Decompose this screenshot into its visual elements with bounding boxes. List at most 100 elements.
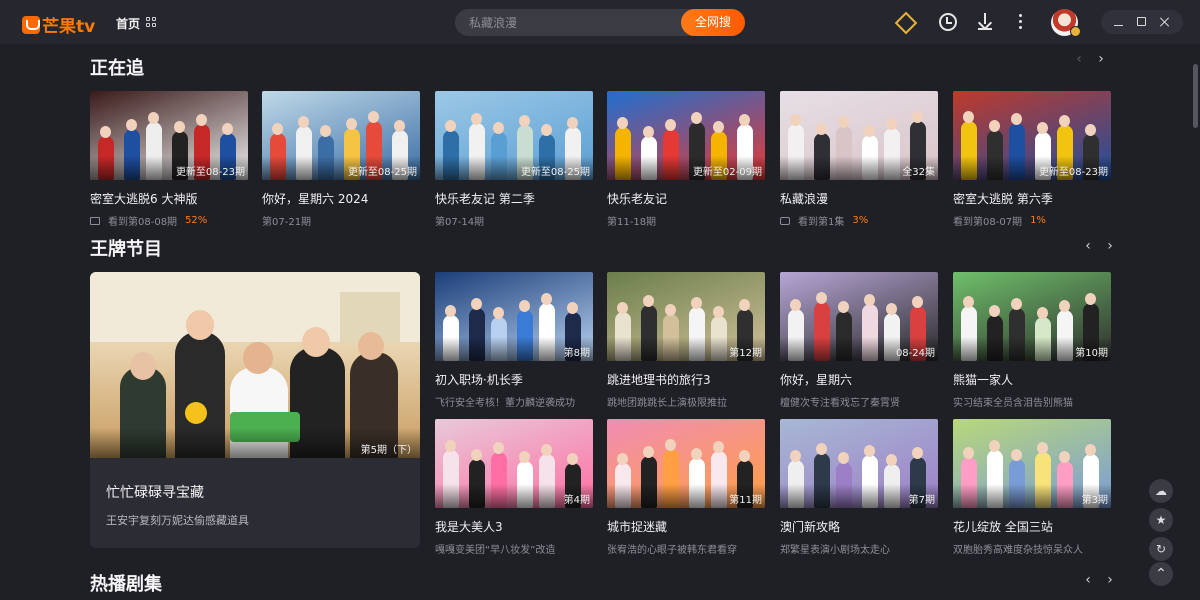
- card-update-badge: 更新至02-09期: [692, 167, 762, 178]
- scrollbar[interactable]: [1193, 64, 1198, 128]
- program-card[interactable]: 第3期 花儿绽放 全国三站 双胞胎秀高难度杂技惊呆众人: [953, 419, 1111, 556]
- watching-card[interactable]: 更新至08-23期 密室大逃脱6 大神版 看到第08-08期 52%: [90, 91, 248, 228]
- watching-card[interactable]: 更新至08-25期你好，星期六 2024 第07-21期: [262, 91, 420, 228]
- card-title: 我是大美人3: [435, 520, 503, 534]
- card-thumbnail: 第4期: [435, 419, 593, 508]
- app-logo[interactable]: 芒果tv: [22, 12, 95, 37]
- maximize-icon[interactable]: [1137, 17, 1146, 26]
- card-progress-percent: 1%: [1030, 215, 1046, 226]
- program-card[interactable]: 第11期城市捉迷藏张宥浩的心眼子被韩东君看穿: [607, 419, 765, 556]
- mango-logo-icon: [22, 15, 40, 34]
- search-bar: 全网搜: [455, 9, 745, 36]
- card-title: 初入职场·机长季: [435, 373, 523, 387]
- card-thumbnail: 更新至02-09期: [607, 91, 765, 180]
- more-icon[interactable]: [1012, 12, 1028, 32]
- card-episode-badge: 第11期: [729, 495, 762, 506]
- top-bar: 芒果tv 首页 全网搜: [0, 0, 1200, 44]
- card-progress-text: 看到第08-08期: [108, 217, 178, 228]
- card-title: 快乐老友记: [607, 192, 668, 206]
- window-controls: [1101, 10, 1183, 34]
- program-card[interactable]: 第4期 我是大美人3 嘎嘎变美团“早八妆发”改造: [435, 419, 593, 556]
- card-thumbnail: 第8期: [435, 272, 593, 361]
- watching-card[interactable]: 更新至02-09期快乐老友记第11-18期: [607, 91, 765, 228]
- grid-icon[interactable]: [146, 17, 156, 27]
- card-title: 私藏浪漫: [780, 192, 829, 206]
- card-update-badge: 全32集: [902, 167, 935, 178]
- card-subtitle: 双胞胎秀高难度杂技惊呆众人: [953, 545, 1083, 556]
- ace-arrows: ‹ ›: [1072, 238, 1116, 254]
- cloud-icon[interactable]: [1149, 479, 1173, 503]
- refresh-icon[interactable]: [1149, 537, 1173, 561]
- star-icon[interactable]: [1149, 508, 1173, 532]
- card-title: 密室大逃脱 第六季: [953, 192, 1053, 206]
- card-title: 你好，星期六: [780, 373, 853, 387]
- card-title: 澳门新攻略: [780, 520, 841, 534]
- card-title: 快乐老友记 第二季: [435, 192, 535, 206]
- card-thumbnail: 更新至08-25期: [435, 91, 593, 180]
- chevron-right-icon[interactable]: ›: [1104, 572, 1116, 588]
- card-title: 跳进地理书的旅行3: [607, 373, 711, 387]
- watching-card[interactable]: 全32集私藏浪漫看到第1集 3%: [780, 91, 938, 228]
- section-title-drama: 热播剧集: [90, 574, 162, 595]
- chevron-left-icon[interactable]: ‹: [1073, 51, 1085, 67]
- program-card[interactable]: 第12期 跳进地理书的旅行3 跳地团跳跳长上演极限推拉: [607, 272, 765, 409]
- drama-arrows: ‹ ›: [1072, 572, 1116, 588]
- program-card[interactable]: 第10期熊猫一家人实习结束全员含泪告别熊猫: [953, 272, 1111, 409]
- card-thumbnail: 第3期: [953, 419, 1111, 508]
- search-input[interactable]: [469, 14, 669, 31]
- card-thumbnail: 第10期: [953, 272, 1111, 361]
- card-update-badge: 更新至08-23期: [175, 167, 245, 178]
- card-subtitle: 实习结束全员含泪告别熊猫: [953, 398, 1073, 409]
- card-subtitle: 张宥浩的心眼子被韩东君看穿: [607, 545, 737, 556]
- card-progress-text: 第11-18期: [607, 217, 657, 228]
- download-tray: [978, 28, 992, 30]
- card-thumbnail: 全32集: [780, 91, 938, 180]
- section-title-ace: 王牌节目: [90, 239, 162, 260]
- chevron-right-icon[interactable]: ›: [1095, 51, 1107, 67]
- card-progress-percent: 3%: [852, 215, 869, 226]
- card-progress: 第11-18期: [607, 213, 765, 228]
- close-icon[interactable]: [1159, 16, 1171, 28]
- feature-title: 忙忙碌碌寻宝藏: [106, 485, 204, 501]
- card-title: 你好，星期六 2024: [262, 192, 369, 206]
- vip-diamond-icon[interactable]: [896, 12, 916, 32]
- card-title: 密室大逃脱6 大神版: [90, 192, 198, 206]
- card-update-badge: 更新至08-25期: [347, 167, 417, 178]
- card-thumbnail: 更新至08-23期: [90, 91, 248, 180]
- history-clock-icon[interactable]: [938, 12, 958, 32]
- feature-episode-badge: 第5期（下）: [360, 445, 417, 456]
- card-episode-badge: 第10期: [1075, 348, 1108, 359]
- program-card[interactable]: 第8期 初入职场·机长季 飞行安全考核！董力麟逆袭成功: [435, 272, 593, 409]
- nav-home[interactable]: 首页: [116, 15, 140, 32]
- chevron-right-icon[interactable]: ›: [1104, 238, 1116, 254]
- minimize-icon[interactable]: [1114, 25, 1123, 26]
- card-progress-text: 看到第1集: [798, 217, 845, 228]
- back-to-top-icon[interactable]: [1149, 562, 1173, 586]
- card-episode-badge: 第4期: [563, 495, 590, 506]
- card-update-badge: 更新至08-25期: [520, 167, 590, 178]
- card-progress: 第07-21期: [262, 213, 420, 228]
- vip-badge: [1070, 26, 1081, 37]
- search-button[interactable]: 全网搜: [681, 9, 745, 36]
- card-progress-text: 看到第08-07期: [953, 217, 1023, 228]
- card-progress: 第07-14期: [435, 213, 593, 228]
- watching-card[interactable]: 更新至08-23期密室大逃脱 第六季 看到第08-07期 1%: [953, 91, 1111, 228]
- card-thumbnail: 更新至08-23期: [953, 91, 1111, 180]
- card-title: 城市捉迷藏: [607, 520, 668, 534]
- card-progress-text: 第07-21期: [262, 217, 312, 228]
- watching-card[interactable]: 更新至08-25期快乐老友记 第二季第07-14期: [435, 91, 593, 228]
- program-card[interactable]: 08-24期 你好，星期六 檀健次专注看戏忘了秦霄贤: [780, 272, 938, 409]
- card-episode-badge: 第3期: [1081, 495, 1108, 506]
- card-subtitle: 郑繁星表演小剧场太走心: [780, 545, 890, 556]
- card-thumbnail: 08-24期: [780, 272, 938, 361]
- chevron-left-icon[interactable]: ‹: [1082, 572, 1094, 588]
- card-thumbnail: 第12期: [607, 272, 765, 361]
- watching-arrows: ‹ ›: [1063, 51, 1107, 67]
- card-episode-badge: 第8期: [563, 348, 590, 359]
- card-title: 熊猫一家人: [953, 373, 1014, 387]
- chevron-left-icon[interactable]: ‹: [1082, 238, 1094, 254]
- card-thumbnail: 第7期: [780, 419, 938, 508]
- feature-card[interactable]: 第5期（下） 忙忙碌碌寻宝藏 王安宇复刻万妮达偷感藏道具: [90, 272, 420, 548]
- logo-text: 芒果tv: [42, 17, 96, 37]
- program-card[interactable]: 第7期澳门新攻略郑繁星表演小剧场太走心: [780, 419, 938, 556]
